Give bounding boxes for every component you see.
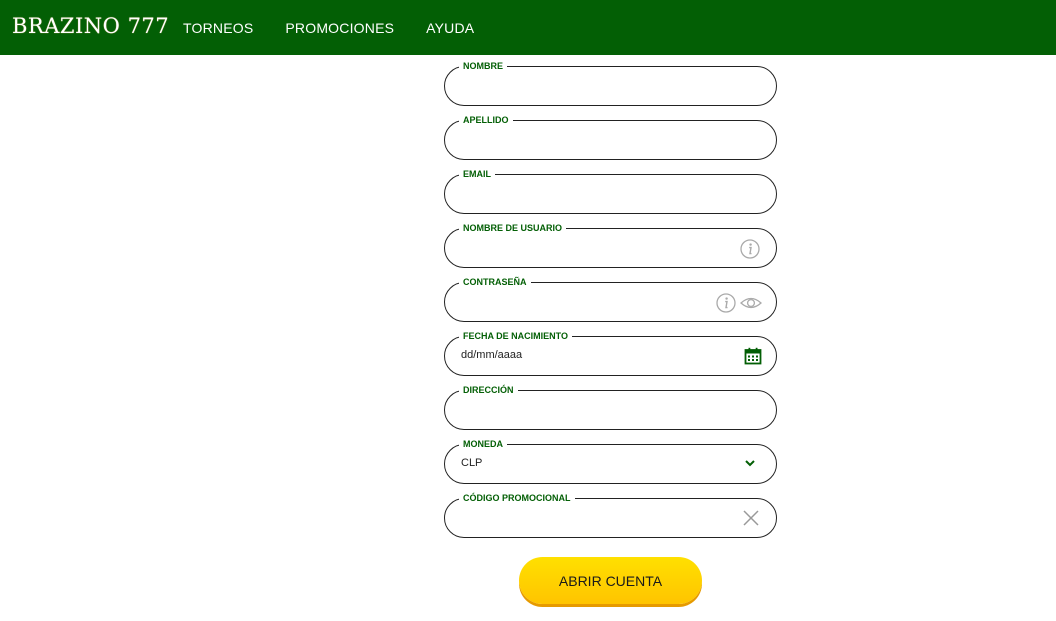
eye-icon[interactable]: [739, 293, 763, 313]
calendar-icon[interactable]: [744, 347, 764, 367]
currency-select[interactable]: MONEDA CLP: [444, 437, 777, 484]
apellido-label: APELLIDO: [459, 113, 513, 127]
birthdate-placeholder: dd/mm/aaaa: [461, 349, 523, 361]
address-label: DIRECCIÓN: [459, 383, 518, 397]
top-navbar: BRAZINO 777 TORNEOS PROMOCIONES AYUDA: [0, 0, 1056, 55]
brand-logo[interactable]: BRAZINO 777: [12, 14, 169, 38]
currency-label: MONEDA: [459, 437, 507, 451]
promo-code-field[interactable]: CÓDIGO PROMOCIONAL: [444, 491, 777, 538]
nav-promociones[interactable]: PROMOCIONES: [285, 20, 394, 36]
nombre-field[interactable]: NOMBRE: [444, 59, 777, 106]
promo-code-label: CÓDIGO PROMOCIONAL: [459, 491, 575, 505]
nav-torneos[interactable]: TORNEOS: [183, 20, 253, 36]
password-field[interactable]: CONTRASEÑA: [444, 275, 777, 322]
info-icon[interactable]: [716, 293, 736, 313]
open-account-button[interactable]: ABRIR CUENTA: [519, 557, 702, 604]
info-icon[interactable]: [740, 239, 760, 259]
apellido-field[interactable]: APELLIDO: [444, 113, 777, 160]
email-field[interactable]: EMAIL: [444, 167, 777, 214]
address-field[interactable]: DIRECCIÓN: [444, 383, 777, 430]
email-label: EMAIL: [459, 167, 495, 181]
nombre-label: NOMBRE: [459, 59, 507, 73]
nav-ayuda[interactable]: AYUDA: [426, 20, 474, 36]
birthdate-field[interactable]: FECHA DE NACIMIENTO dd/mm/aaaa: [444, 329, 777, 376]
chevron-down-icon[interactable]: [742, 455, 762, 475]
password-label: CONTRASEÑA: [459, 275, 531, 289]
clear-icon[interactable]: [742, 509, 762, 529]
currency-value: CLP: [461, 457, 483, 469]
username-label: NOMBRE DE USUARIO: [459, 221, 567, 235]
main-nav: TORNEOS PROMOCIONES AYUDA: [183, 0, 506, 55]
registration-form: NOMBRE APELLIDO EMAIL NOMBRE DE USUARIO …: [444, 59, 777, 552]
username-field[interactable]: NOMBRE DE USUARIO: [444, 221, 777, 268]
birthdate-label: FECHA DE NACIMIENTO: [459, 329, 573, 343]
